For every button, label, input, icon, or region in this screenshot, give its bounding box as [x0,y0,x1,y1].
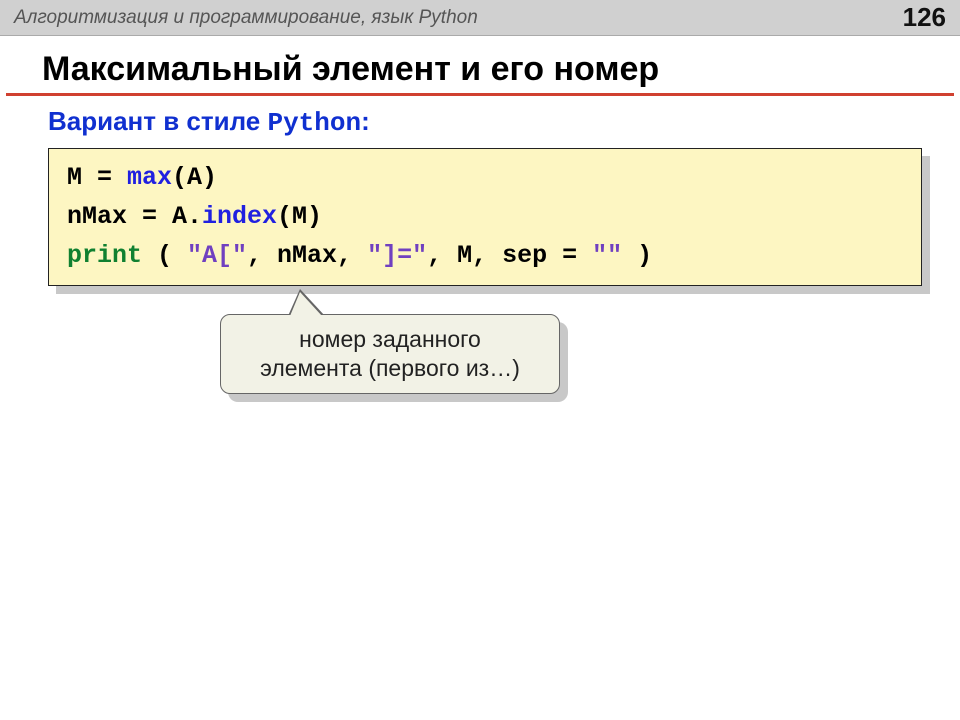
callout-line2: элемента (первого из…) [237,354,543,383]
code-text: M = [67,163,127,192]
callout-bubble: номер заданного элемента (первого из…) [220,314,560,394]
header-bar: Алгоритмизация и программирование, язык … [0,0,960,36]
string-literal: "]=" [367,241,427,270]
code-text: (A) [172,163,217,192]
callout-tail [290,292,322,316]
subtitle: Вариант в стиле Python: [0,96,960,144]
code-block: M = max(A) nMax = A.index(M) print ( "A[… [48,148,922,286]
code-box: M = max(A) nMax = A.index(M) print ( "A[… [48,148,922,286]
subtitle-prefix: Вариант в стиле [48,106,267,136]
code-text: (M) [277,202,322,231]
page-number: 126 [903,2,946,33]
string-literal: "A[" [187,241,247,270]
code-text: ) [622,241,652,270]
string-literal: "" [592,241,622,270]
callout: номер заданного элемента (первого из…) [220,314,560,394]
code-line-2: nMax = A.index(M) [67,198,903,237]
slide-title: Максимальный элемент и его номер [6,36,954,96]
breadcrumb: Алгоритмизация и программирование, язык … [14,7,478,29]
callout-line1: номер заданного [237,325,543,354]
subtitle-suffix: : [361,106,370,136]
code-line-1: M = max(A) [67,159,903,198]
code-text: nMax = A. [67,202,202,231]
code-text: ( [142,241,187,270]
code-text: , nMax, [247,241,367,270]
fn-print: print [67,241,142,270]
fn-max: max [127,163,172,192]
code-line-3: print ( "A[", nMax, "]=", M, sep = "" ) [67,237,903,276]
subtitle-lang: Python [267,108,361,138]
code-text: , M, sep = [427,241,592,270]
fn-index: index [202,202,277,231]
